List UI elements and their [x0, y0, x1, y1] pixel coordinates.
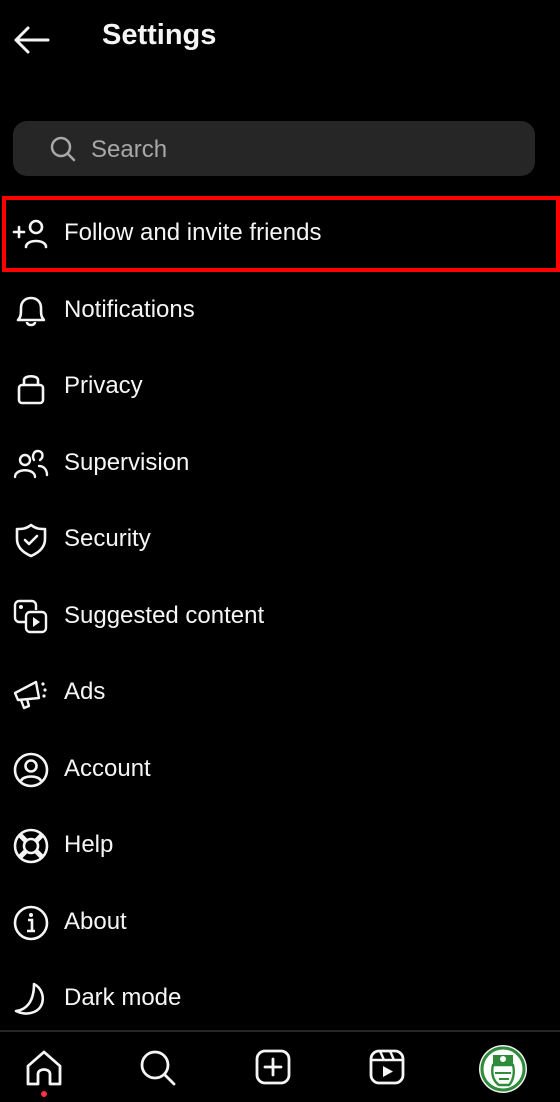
settings-item-label: Security: [64, 525, 151, 552]
info-icon: [13, 905, 49, 941]
settings-item-label: Notifications: [64, 296, 195, 323]
settings-item-label: Follow and invite friends: [64, 219, 322, 246]
settings-item-help[interactable]: Help: [0, 815, 560, 875]
shield-check-icon: [15, 523, 47, 558]
settings-item-dark-mode[interactable]: Dark mode: [0, 968, 560, 1028]
settings-item-ads[interactable]: Ads: [0, 662, 560, 722]
back-button[interactable]: [12, 22, 52, 58]
settings-item-account[interactable]: Account: [0, 739, 560, 799]
search-input[interactable]: [89, 121, 513, 178]
settings-item-label: Dark mode: [64, 984, 182, 1011]
people-icon: [13, 449, 49, 479]
lifebuoy-icon: [13, 828, 49, 864]
settings-item-label: Help: [64, 831, 114, 858]
nav-profile-avatar[interactable]: [479, 1045, 527, 1093]
moon-icon: [14, 982, 45, 1015]
search-icon: [50, 136, 76, 162]
settings-item-label: About: [64, 908, 127, 935]
notification-dot: [41, 1091, 47, 1097]
settings-item-label: Privacy: [64, 372, 143, 399]
bell-icon: [16, 296, 46, 327]
settings-item-label: Suggested content: [64, 602, 265, 629]
settings-item-follow-invite[interactable]: Follow and invite friends: [0, 203, 560, 263]
arrow-left-icon: [14, 26, 50, 54]
nav-home-button[interactable]: [24, 1048, 64, 1088]
lock-icon: [17, 374, 45, 405]
settings-item-label: Supervision: [64, 449, 190, 476]
settings-item-label: Account: [64, 755, 151, 782]
settings-item-privacy[interactable]: Privacy: [0, 356, 560, 416]
settings-item-suggested-content[interactable]: Suggested content: [0, 586, 560, 646]
bottom-nav: [0, 1030, 560, 1102]
media-play-icon: [13, 599, 48, 634]
nav-reels-button[interactable]: [368, 1048, 408, 1088]
settings-item-label: Ads: [64, 678, 106, 705]
search-bar[interactable]: [13, 121, 535, 178]
reels-icon: [369, 1049, 405, 1085]
page-title: Settings: [102, 19, 217, 51]
avatar: [480, 1046, 526, 1092]
person-add-icon: [12, 219, 48, 249]
settings-item-security[interactable]: Security: [0, 509, 560, 569]
home-icon: [26, 1050, 62, 1086]
nav-search-button[interactable]: [138, 1048, 178, 1088]
header: Settings: [0, 0, 560, 80]
user-circle-icon: [13, 752, 49, 788]
settings-item-about[interactable]: About: [0, 892, 560, 952]
megaphone-icon: [13, 680, 47, 710]
settings-item-notifications[interactable]: Notifications: [0, 280, 560, 340]
nav-create-button[interactable]: [254, 1048, 294, 1088]
search-icon: [140, 1050, 176, 1086]
plus-square-icon: [255, 1049, 291, 1085]
settings-item-supervision[interactable]: Supervision: [0, 433, 560, 493]
